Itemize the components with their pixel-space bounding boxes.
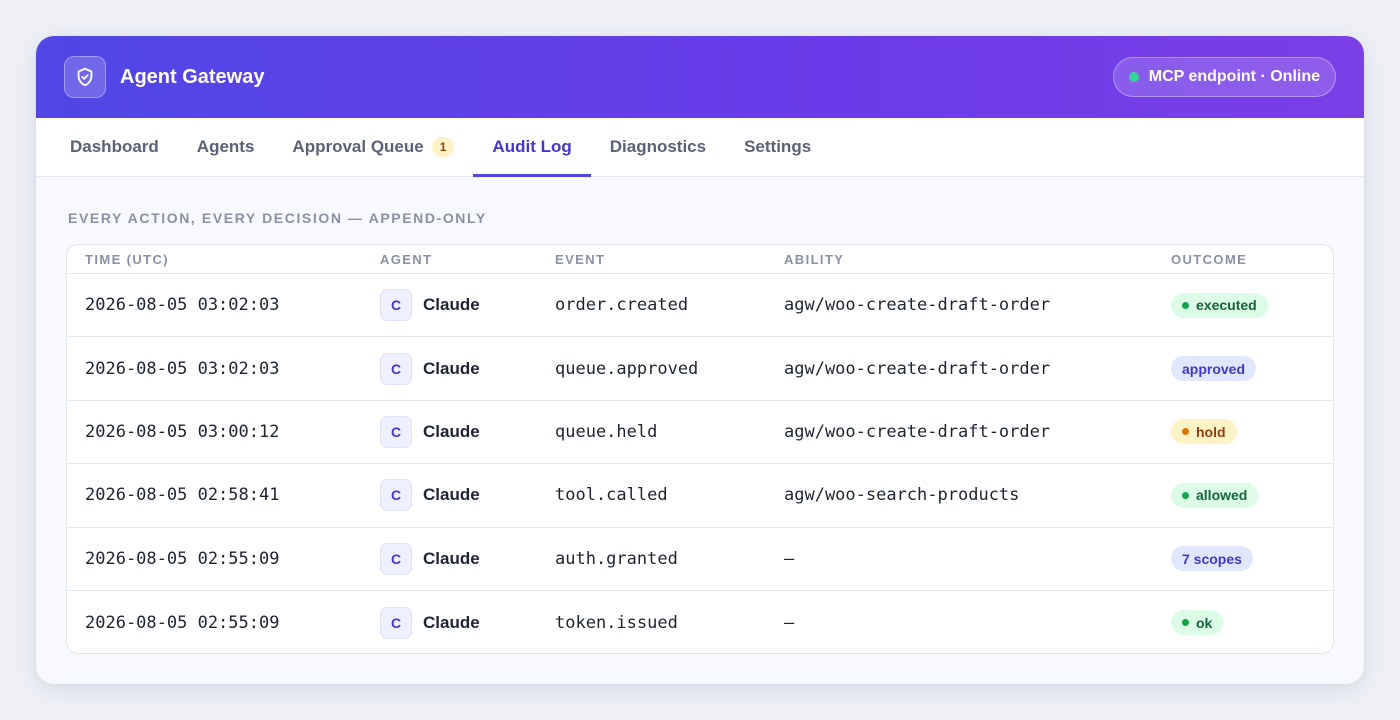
tab-label: Settings: [744, 137, 812, 156]
outcome-badge: allowed: [1171, 482, 1259, 508]
cell-ability: —: [784, 548, 795, 569]
avatar: C: [380, 415, 412, 448]
tab-diagnostics[interactable]: Diagnostics: [591, 118, 725, 176]
tab-label: Agents: [196, 137, 255, 156]
cell-time: 2026-08-05 03:00:12: [85, 421, 280, 442]
table-row[interactable]: 2026-08-05 02:58:41 C Claude tool.called agw…: [67, 464, 1333, 528]
audit-log-table: TIME (UTC) AGENT EVENT ABILITY OUTCOME 2026-…: [66, 244, 1334, 654]
table-row[interactable]: 2026-08-05 03:02:03 C Claude queue.approved…: [67, 337, 1333, 401]
app-header: Agent Gateway MCP endpoint · Online: [36, 36, 1364, 118]
agent-name: Claude: [423, 548, 480, 568]
cell-agent: C Claude: [380, 415, 555, 448]
cell-outcome: approved: [1171, 356, 1333, 382]
avatar: C: [380, 289, 412, 322]
outcome-text: 7 scopes: [1182, 550, 1242, 567]
cell-time: 2026-08-05 03:02:03: [85, 295, 280, 316]
cell-outcome: executed: [1171, 292, 1333, 318]
outcome-text: approved: [1182, 360, 1246, 377]
cell-event: auth.granted: [555, 548, 678, 569]
cell-time: 2026-08-05 02:55:09: [85, 548, 280, 569]
avatar: C: [380, 542, 412, 575]
avatar: C: [380, 352, 412, 385]
cell-ability: agw/woo-create-draft-order: [784, 295, 1051, 316]
cell-agent: C Claude: [380, 606, 555, 639]
shield-icon: [64, 56, 106, 98]
column-header: EVENT: [555, 251, 606, 267]
tab-label: Dashboard: [70, 137, 159, 156]
agent-name: Claude: [423, 612, 480, 632]
avatar: C: [380, 479, 412, 512]
outcome-badge: executed: [1171, 292, 1268, 318]
table-row[interactable]: 2026-08-05 02:55:09 C Claude auth.granted — 7…: [67, 528, 1333, 591]
cell-event: order.created: [555, 295, 689, 316]
agent-name: Claude: [423, 295, 480, 315]
outcome-text: executed: [1196, 297, 1257, 314]
status-dot-icon: [1182, 491, 1189, 499]
endpoint-status-text: MCP endpoint · Online: [1148, 68, 1320, 85]
section-label: EVERY ACTION, EVERY DECISION — APPEND-ON…: [68, 210, 487, 226]
tab-settings[interactable]: Settings: [725, 118, 830, 176]
cell-outcome: 7 scopes: [1171, 546, 1333, 572]
tab-label: Diagnostics: [609, 137, 707, 156]
tab-label: Audit Log: [492, 137, 572, 156]
cell-outcome: hold: [1171, 419, 1333, 445]
cell-ability: agw/woo-create-draft-order: [784, 421, 1051, 442]
outcome-text: allowed: [1196, 487, 1248, 504]
column-header: ABILITY: [784, 251, 845, 267]
table-row[interactable]: 2026-08-05 03:00:12 C Claude queue.held agw/…: [67, 401, 1333, 465]
cell-event: queue.approved: [555, 358, 699, 379]
cell-ability: —: [784, 612, 795, 633]
endpoint-status-badge[interactable]: MCP endpoint · Online: [1112, 57, 1336, 97]
outcome-badge: 7 scopes: [1171, 546, 1253, 572]
tab-dashboard[interactable]: Dashboard: [51, 118, 178, 176]
status-dot-icon: [1182, 619, 1189, 627]
tab-count-badge: 1: [431, 137, 455, 157]
app-title: Agent Gateway: [120, 65, 265, 88]
cell-agent: C Claude: [380, 479, 555, 512]
outcome-badge: approved: [1171, 356, 1257, 382]
table-row[interactable]: 2026-08-05 03:02:03 C Claude order.created a…: [67, 274, 1333, 338]
cell-time: 2026-08-05 03:02:03: [85, 358, 280, 379]
column-header: OUTCOME: [1171, 251, 1248, 267]
status-dot-icon: [1182, 428, 1189, 436]
cell-event: queue.held: [555, 421, 658, 442]
tab-audit-log[interactable]: Audit Log: [473, 118, 592, 177]
cell-outcome: ok: [1171, 610, 1333, 636]
main-tabs: Dashboard Agents Approval Queue 1 Audit Log D…: [36, 118, 1364, 177]
column-header: TIME (UTC): [85, 251, 170, 267]
status-dot-icon: [1128, 72, 1139, 82]
cell-ability: agw/woo-create-draft-order: [784, 358, 1051, 379]
column-header: AGENT: [380, 251, 433, 267]
outcome-text: hold: [1196, 423, 1226, 440]
cell-agent: C Claude: [380, 352, 555, 385]
tab-label: Approval Queue: [292, 137, 424, 156]
table-header: TIME (UTC) AGENT EVENT ABILITY OUTCOME: [67, 245, 1333, 274]
cell-time: 2026-08-05 02:58:41: [85, 485, 280, 506]
tab-agents[interactable]: Agents: [178, 118, 274, 176]
cell-ability: agw/woo-search-products: [784, 485, 1020, 506]
agent-name: Claude: [423, 485, 480, 505]
outcome-badge: ok: [1171, 610, 1224, 636]
table-body: 2026-08-05 03:02:03 C Claude order.created a…: [67, 274, 1333, 653]
agent-name: Claude: [423, 421, 480, 441]
agent-name: Claude: [423, 358, 480, 378]
tab-approval-queue[interactable]: Approval Queue 1: [273, 118, 473, 176]
cell-event: tool.called: [555, 485, 668, 506]
outcome-badge: hold: [1171, 419, 1237, 445]
cell-outcome: allowed: [1171, 482, 1333, 508]
outcome-text: ok: [1196, 614, 1213, 631]
avatar: C: [380, 606, 412, 639]
cell-agent: C Claude: [380, 289, 555, 322]
cell-agent: C Claude: [380, 542, 555, 575]
cell-event: token.issued: [555, 612, 678, 633]
brand: Agent Gateway: [64, 56, 264, 98]
table-row[interactable]: 2026-08-05 02:55:09 C Claude token.issued — o…: [67, 591, 1333, 653]
app-card: Agent Gateway MCP endpoint · Online Dash…: [36, 36, 1364, 684]
cell-time: 2026-08-05 02:55:09: [85, 612, 280, 633]
status-dot-icon: [1182, 301, 1189, 309]
